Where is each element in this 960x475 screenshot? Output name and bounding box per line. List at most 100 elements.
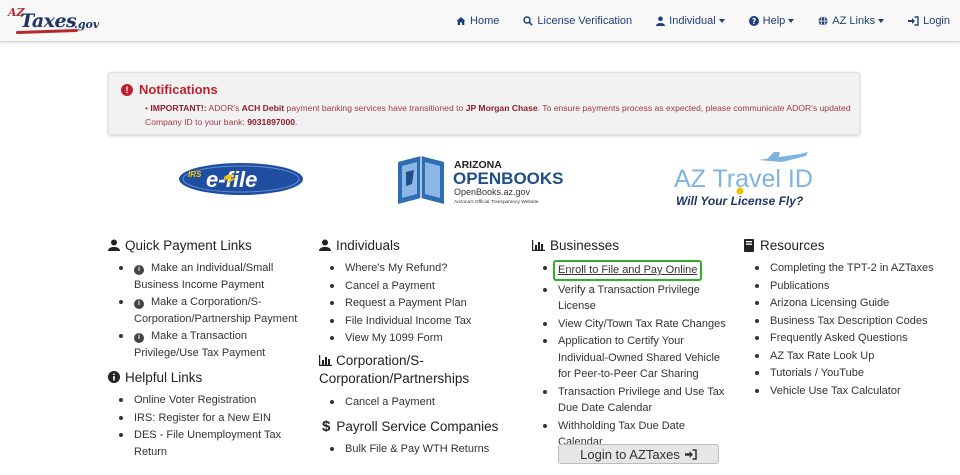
list-item[interactable]: Application to Certify Your Individual-O… xyxy=(532,333,732,383)
dollar-icon: $ xyxy=(322,417,331,435)
list-item[interactable]: Tutorials / YouTube xyxy=(744,365,954,382)
nav-home-label: Home xyxy=(470,15,500,27)
top-navbar: AZ Taxes .gov Home License Verification … xyxy=(0,0,960,42)
travel-id-subtitle: Will Your License Fly? xyxy=(676,194,804,208)
list-item[interactable]: Business Tax Description Codes xyxy=(744,313,954,330)
exclamation-circle-icon: ! xyxy=(121,83,133,96)
nav-individual-label: Individual xyxy=(669,15,716,27)
nav-license-label: License Verification xyxy=(537,15,633,27)
svg-text:?: ? xyxy=(751,17,755,26)
payroll-heading: $ Payroll Service Companies xyxy=(319,417,509,435)
openbooks-logo[interactable]: ARIZONA OPENBOOKS OpenBooks.az.gov Arizo… xyxy=(396,152,566,208)
helpful-links-heading: Helpful Links xyxy=(108,368,308,386)
quick-payment-link[interactable]: Make an Individual/Small Business Income… xyxy=(134,262,273,291)
notification-title: ! Notifications xyxy=(121,82,218,97)
nav-individual-dropdown[interactable]: Individual xyxy=(656,15,725,27)
list-item[interactable]: DES - File Unemployment Tax Return xyxy=(108,427,308,460)
info-circle-icon: i xyxy=(134,299,144,309)
bar-chart-icon xyxy=(532,239,545,251)
quick-payment-section: Quick Payment Links i Make an Individual/… xyxy=(108,236,308,461)
notification-text: payment banking services have transition… xyxy=(284,103,466,113)
list-item[interactable]: Verify a Transaction Privilege License xyxy=(532,282,732,315)
info-circle-icon: i xyxy=(134,265,144,275)
globe-icon xyxy=(818,16,828,26)
sign-in-icon xyxy=(908,16,919,26)
list-item[interactable]: Transaction Privilege and Use Tax Due Da… xyxy=(532,384,732,417)
login-to-aztaxes-button[interactable]: Login to AZTaxes xyxy=(558,444,719,464)
nav-help-dropdown[interactable]: ? Help xyxy=(748,15,795,27)
list-item[interactable]: Arizona Licensing Guide xyxy=(744,295,954,312)
search-icon xyxy=(523,16,534,26)
notification-important: IMPORTANT!: xyxy=(150,103,207,113)
individuals-section: Individuals Where's My Refund? Cancel a … xyxy=(319,236,509,459)
list-item[interactable]: Where's My Refund? xyxy=(319,260,509,277)
list-item[interactable]: Cancel a Payment xyxy=(319,278,509,295)
nav-azlinks-dropdown[interactable]: AZ Links xyxy=(818,15,885,27)
resources-heading: Resources xyxy=(744,236,954,254)
helpful-links-list: Online Voter Registration IRS: Register … xyxy=(108,392,308,460)
list-item[interactable]: Completing the TPT-2 in AZTaxes xyxy=(744,260,954,277)
nav-login-label: Login xyxy=(923,15,950,27)
nav-login[interactable]: Login xyxy=(908,15,950,27)
resources-list: Completing the TPT-2 in AZTaxes Publicat… xyxy=(744,260,954,399)
quick-payment-link[interactable]: Make a Transaction Privilege/Use Tax Pay… xyxy=(134,330,265,359)
quick-payment-link[interactable]: Make a Corporation/S-Corporation/Partner… xyxy=(134,296,297,325)
notification-text: . xyxy=(295,117,298,127)
user-icon xyxy=(108,239,120,251)
list-item[interactable]: Request a Payment Plan xyxy=(319,295,509,312)
book-icon xyxy=(744,238,754,252)
nav-azlinks-label: AZ Links xyxy=(832,15,876,27)
list-item[interactable]: Vehicle Use Tax Calculator xyxy=(744,383,954,400)
corporation-heading: Corporation/S-Corporation/Partnerships xyxy=(319,352,499,388)
businesses-section: Businesses Enroll to File and Pay Online… xyxy=(532,236,732,452)
list-item[interactable]: IRS: Register for a New EIN xyxy=(108,410,308,427)
resources-section: Resources Completing the TPT-2 in AZTaxe… xyxy=(744,236,954,400)
payroll-heading-text: Payroll Service Companies xyxy=(336,418,499,434)
list-item[interactable]: i Make an Individual/Small Business Incom… xyxy=(108,260,308,293)
caret-down-icon xyxy=(878,19,885,23)
list-item[interactable]: Bulk File & Pay WTH Returns xyxy=(319,441,509,458)
notification-message: • IMPORTANT!: ADOR's ACH Debit payment b… xyxy=(145,103,851,127)
info-circle-icon: i xyxy=(134,333,144,343)
sign-in-icon xyxy=(684,448,697,460)
list-item[interactable]: i Make a Corporation/S-Corporation/Partne… xyxy=(108,294,308,327)
enroll-link-highlighted[interactable]: Enroll to File and Pay Online xyxy=(553,260,703,281)
payroll-list: Bulk File & Pay WTH Returns xyxy=(319,441,509,458)
list-item[interactable]: Cancel a Payment xyxy=(319,394,509,411)
login-button-label: Login to AZTaxes xyxy=(580,446,680,462)
list-item[interactable]: File Individual Income Tax xyxy=(319,313,509,330)
resources-heading-text: Resources xyxy=(760,237,825,253)
openbooks-name: OPENBOOKS xyxy=(453,169,564,188)
caret-down-icon xyxy=(718,19,725,23)
aztaxes-logo[interactable]: AZ Taxes .gov xyxy=(6,4,102,36)
individuals-heading-text: Individuals xyxy=(336,237,400,253)
openbooks-url: OpenBooks.az.gov xyxy=(454,187,531,197)
helpful-links-heading-text: Helpful Links xyxy=(125,369,203,385)
businesses-heading-text: Businesses xyxy=(550,237,620,253)
user-icon xyxy=(656,16,666,26)
nav-license-verification[interactable]: License Verification xyxy=(523,15,632,27)
list-item[interactable]: Enroll to File and Pay Online xyxy=(532,260,732,281)
list-item[interactable]: i Make a Transaction Privilege/Use Tax Pa… xyxy=(108,328,308,361)
list-item[interactable]: Online Voter Registration xyxy=(108,392,308,409)
main-nav: Home License Verification Individual ? H… xyxy=(432,0,950,42)
list-item[interactable]: AZ Tax Rate Look Up xyxy=(744,348,954,365)
info-circle-icon xyxy=(108,371,120,383)
notification-panel: ! Notifications • IMPORTANT!: ADOR's ACH… xyxy=(108,72,860,135)
notification-ach: ACH Debit xyxy=(241,103,285,113)
irs-efile-logo[interactable]: IRS e-file xyxy=(178,162,304,196)
list-item[interactable]: View City/Town Tax Rate Changes xyxy=(532,316,732,333)
az-travel-id-logo[interactable]: AZ Travel ID Will Your License Fly? xyxy=(670,150,812,212)
list-item[interactable]: Frequently Asked Questions xyxy=(744,330,954,347)
quick-payment-heading: Quick Payment Links xyxy=(108,236,308,254)
list-item[interactable]: Publications xyxy=(744,278,954,295)
individuals-list: Where's My Refund? Cancel a Payment Requ… xyxy=(319,260,509,347)
corporation-heading-text: Corporation/S-Corporation/Partnerships xyxy=(319,352,470,386)
efile-irs-text: IRS xyxy=(188,170,202,179)
businesses-heading: Businesses xyxy=(532,236,732,254)
nav-home[interactable]: Home xyxy=(456,15,499,27)
caret-down-icon xyxy=(788,19,795,23)
list-item[interactable]: View My 1099 Form xyxy=(319,330,509,347)
quick-payment-list: i Make an Individual/Small Business Incom… xyxy=(108,260,308,361)
notification-text: ADOR's xyxy=(206,103,242,113)
